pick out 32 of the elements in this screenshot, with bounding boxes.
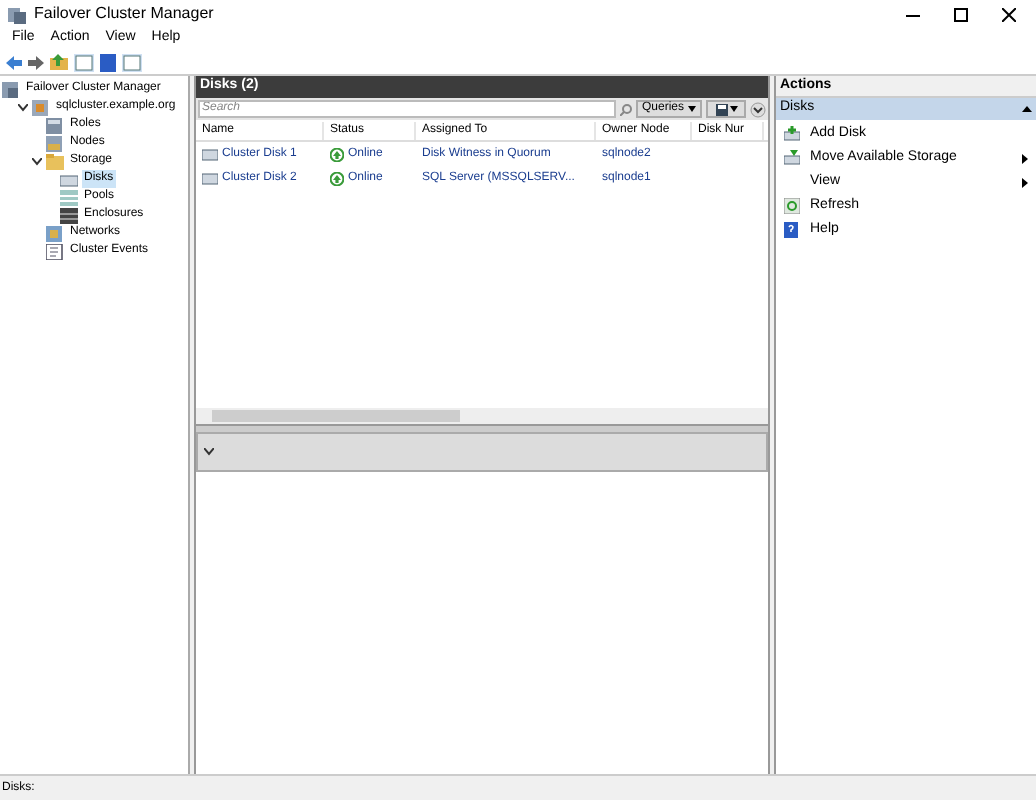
- folder-icon: [46, 153, 64, 169]
- save-query-button[interactable]: [706, 100, 746, 118]
- network-icon: [46, 225, 64, 241]
- app-icon: [8, 5, 26, 23]
- forward-icon[interactable]: [28, 55, 44, 69]
- cluster-manager-icon: [2, 81, 20, 97]
- close-button[interactable]: [1001, 7, 1015, 21]
- chevron-down-icon: [204, 447, 214, 455]
- collapse-icon: [1022, 106, 1032, 112]
- folder-up-icon[interactable]: [50, 54, 68, 70]
- online-status-icon: [330, 147, 344, 161]
- save-icon: [715, 103, 727, 115]
- back-icon[interactable]: [6, 55, 22, 69]
- expand-icon[interactable]: [750, 101, 766, 117]
- pool-icon: [60, 189, 78, 205]
- cluster-icon: [32, 99, 50, 115]
- maximize-button[interactable]: [953, 7, 967, 21]
- expand-toggle-icon[interactable]: [31, 157, 41, 165]
- server-icon: [46, 135, 64, 151]
- roles-icon: [46, 117, 64, 133]
- enclosure-icon: [60, 207, 78, 223]
- caret-icon: [729, 106, 737, 112]
- move-storage-icon: [784, 150, 800, 166]
- event-log-icon: [46, 243, 64, 259]
- caret-icon: [688, 106, 696, 112]
- online-status-icon: [330, 171, 344, 185]
- refresh-icon: [784, 198, 800, 214]
- search-icon[interactable]: [619, 103, 632, 115]
- horizontal-scrollbar[interactable]: [196, 407, 768, 423]
- add-disk-icon: [784, 126, 800, 142]
- window-title: Failover Cluster Manager: [34, 2, 216, 26]
- expand-toggle-icon[interactable]: [17, 103, 27, 111]
